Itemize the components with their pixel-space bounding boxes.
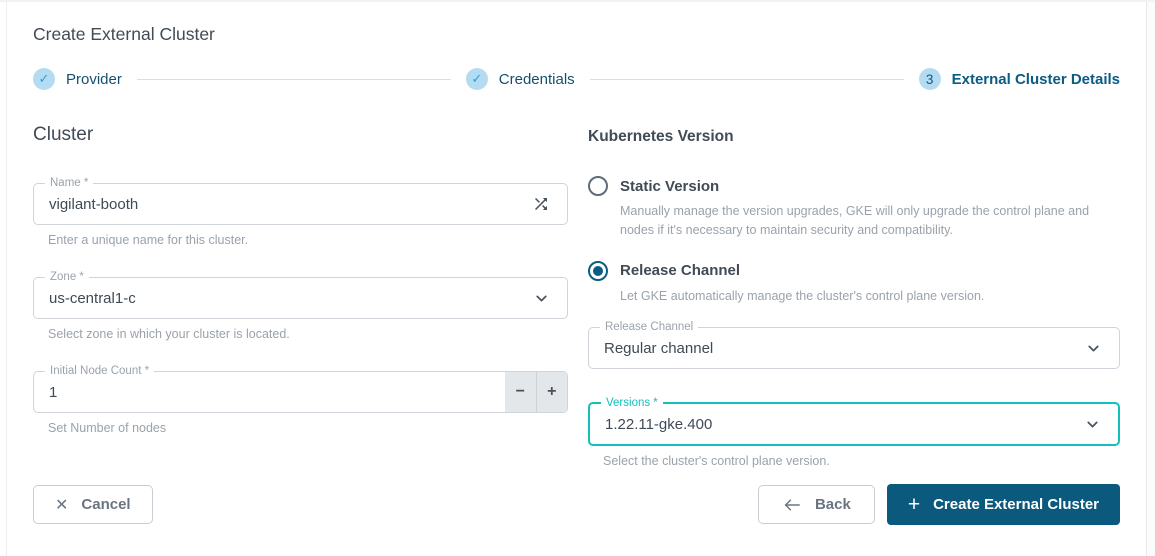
chevron-down-icon — [533, 290, 567, 307]
create-external-cluster-wizard: Create External Cluster ✓ Provider ✓ Cre… — [0, 0, 1155, 556]
kubernetes-version-section: Kubernetes Version Static Version Manual… — [588, 118, 1120, 468]
left-edge-divider — [6, 2, 7, 556]
chevron-down-icon — [1085, 340, 1119, 357]
node-count-field[interactable]: Initial Node Count * 1 − + — [33, 371, 568, 413]
release-channel-label: Release Channel — [620, 262, 740, 279]
node-count-stepper: − + — [505, 372, 567, 412]
static-version-description: Manually manage the version upgrades, GK… — [620, 202, 1120, 240]
check-icon: ✓ — [471, 71, 482, 87]
zone-select-label: Zone * — [45, 270, 89, 285]
step-complete-circle: ✓ — [33, 68, 55, 90]
stepper-connector — [137, 79, 451, 80]
stepper: ✓ Provider ✓ Credentials 3 External Clus… — [33, 68, 1120, 90]
versions-select-value: 1.22.11-gke.400 — [590, 416, 1084, 433]
release-channel-select-value: Regular channel — [589, 340, 1085, 357]
name-field-group: Name * vigilant-booth Enter a unique nam… — [33, 183, 568, 247]
zone-select-value: us-central1-c — [34, 290, 533, 307]
decrement-button[interactable]: − — [505, 372, 536, 412]
zone-select-helper: Select zone in which your cluster is loc… — [48, 327, 568, 341]
name-field-value[interactable]: vigilant-booth — [34, 196, 532, 213]
versions-select[interactable]: Versions * 1.22.11-gke.400 — [588, 402, 1120, 446]
plus-icon: + — [908, 494, 920, 515]
create-button-label: Create External Cluster — [933, 496, 1099, 513]
cluster-heading: Cluster — [33, 124, 568, 146]
step-details-label: External Cluster Details — [952, 71, 1120, 88]
step-provider-label: Provider — [66, 71, 122, 88]
step-credentials[interactable]: ✓ Credentials — [466, 68, 575, 90]
node-count-field-group: Initial Node Count * 1 − + Set Number of… — [33, 371, 568, 435]
release-channel-select[interactable]: Release Channel Regular channel — [588, 327, 1120, 369]
radio-selected-icon[interactable] — [588, 261, 608, 281]
step-external-cluster-details[interactable]: 3 External Cluster Details — [919, 68, 1120, 90]
increment-button[interactable]: + — [536, 372, 568, 412]
create-external-cluster-button[interactable]: + Create External Cluster — [887, 484, 1120, 525]
page-title: Create External Cluster — [33, 24, 1120, 45]
chevron-down-icon — [1084, 416, 1118, 433]
node-count-value[interactable]: 1 — [34, 384, 567, 401]
release-channel-select-group: Release Channel Regular channel — [588, 327, 1120, 369]
node-count-label: Initial Node Count * — [45, 364, 154, 379]
footer-actions: ✕ Cancel Back + Create External Cluster — [33, 484, 1120, 525]
right-edge-gutter — [1147, 2, 1155, 556]
release-channel-description: Let GKE automatically manage the cluster… — [620, 287, 1120, 306]
right-edge-divider — [1146, 2, 1147, 556]
stepper-connector — [590, 79, 904, 80]
name-field-helper: Enter a unique name for this cluster. — [48, 233, 568, 247]
back-button[interactable]: Back — [758, 485, 875, 524]
check-icon: ✓ — [39, 71, 50, 87]
step-number: 3 — [926, 72, 934, 87]
node-count-helper: Set Number of nodes — [48, 421, 568, 435]
zone-field-group: Zone * us-central1-c Select zone in whic… — [33, 277, 568, 341]
back-button-label: Back — [815, 496, 851, 513]
step-number-circle: 3 — [919, 68, 941, 90]
release-channel-radio[interactable]: Release Channel — [588, 261, 1120, 281]
step-provider[interactable]: ✓ Provider — [33, 68, 122, 90]
static-version-radio[interactable]: Static Version — [588, 176, 1120, 196]
release-channel-select-label: Release Channel — [600, 320, 698, 335]
zone-select[interactable]: Zone * us-central1-c — [33, 277, 568, 319]
cancel-button-label: Cancel — [81, 496, 130, 513]
versions-select-group: Versions * 1.22.11-gke.400 Select the cl… — [588, 402, 1120, 468]
radio-unselected-icon[interactable] — [588, 176, 608, 196]
cancel-button[interactable]: ✕ Cancel — [33, 485, 153, 524]
static-version-label: Static Version — [620, 178, 719, 195]
shuffle-icon[interactable] — [532, 195, 567, 213]
versions-select-helper: Select the cluster's control plane versi… — [603, 454, 1120, 468]
cluster-section: Cluster Name * vigilant-booth Enter a un… — [33, 118, 568, 435]
step-complete-circle: ✓ — [466, 68, 488, 90]
name-field-label: Name * — [45, 176, 93, 191]
versions-select-label: Versions * — [601, 396, 663, 411]
close-icon: ✕ — [55, 495, 68, 515]
arrow-left-icon — [782, 497, 802, 513]
name-field[interactable]: Name * vigilant-booth — [33, 183, 568, 225]
kubernetes-version-heading: Kubernetes Version — [588, 128, 1120, 146]
step-credentials-label: Credentials — [499, 71, 575, 88]
